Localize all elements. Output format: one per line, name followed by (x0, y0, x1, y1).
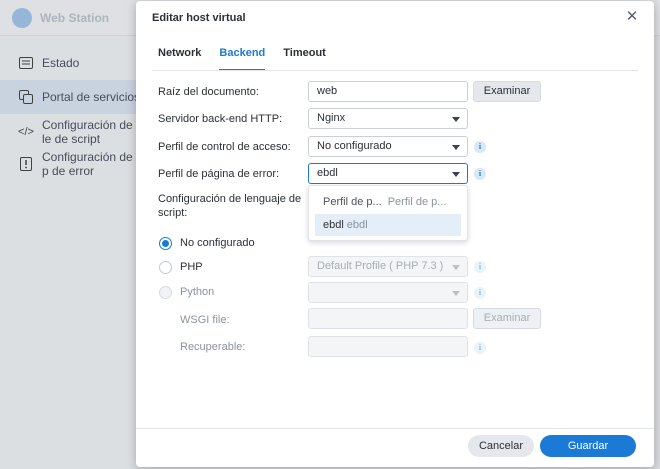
error-profile-label: Perfil de página de error: (158, 168, 280, 180)
backend-server-select[interactable]: Nginx (308, 108, 468, 129)
radio-label-not-configured: No configurado (180, 237, 255, 249)
tab-bar: Network Backend Timeout (158, 47, 344, 71)
dropdown-option[interactable]: Perfil de p... Perfil de p... (315, 191, 461, 213)
chevron-down-icon (452, 145, 460, 150)
access-profile-label: Perfil de control de acceso: (158, 141, 291, 153)
close-icon[interactable]: ✕ (624, 9, 640, 25)
chevron-down-icon (452, 172, 460, 177)
backend-server-value: Nginx (317, 112, 346, 124)
radio-label-python: Python (180, 286, 215, 298)
wsgi-file-input[interactable] (308, 308, 468, 329)
info-icon[interactable]: i (474, 141, 486, 153)
tab-timeout[interactable]: Timeout (283, 47, 326, 71)
access-profile-select[interactable]: No configurado (308, 136, 468, 157)
chevron-down-icon (452, 291, 460, 296)
error-profile-select[interactable]: ebdl (308, 163, 468, 184)
info-icon[interactable]: i (474, 261, 486, 273)
radio-php[interactable] (159, 261, 172, 274)
chevron-down-icon (452, 265, 460, 270)
dropdown-option-selected[interactable]: ebdl ebdl (315, 214, 461, 236)
backend-server-label: Servidor back-end HTTP: (158, 113, 283, 125)
error-profile-dropdown: Perfil de p... Perfil de p... ebdl ebdl (308, 185, 468, 241)
option-sublabel: ebdl (346, 219, 368, 231)
dialog-title: Editar host virtual (152, 12, 246, 24)
save-button[interactable]: Guardar (540, 435, 636, 457)
option-label: Perfil de p... (323, 196, 382, 208)
radio-not-configured[interactable] (159, 237, 172, 250)
info-icon[interactable]: i (474, 168, 486, 180)
error-profile-value: ebdl (317, 167, 338, 179)
option-sublabel: Perfil de p... (387, 196, 447, 208)
php-profile-select[interactable]: Default Profile ( PHP 7.3 ) (308, 256, 468, 277)
document-root-label: Raíz del documento: (158, 86, 259, 98)
recuperable-label: Recuperable: (180, 341, 246, 353)
tab-network[interactable]: Network (158, 47, 201, 71)
document-root-input[interactable]: web (308, 81, 468, 102)
python-profile-select[interactable] (308, 282, 468, 303)
wsgi-file-label: WSGI file: (180, 314, 230, 326)
cancel-button[interactable]: Cancelar (468, 435, 534, 457)
footer-divider (136, 428, 654, 429)
info-icon[interactable]: i (474, 287, 486, 299)
option-label: ebdl (323, 219, 344, 231)
access-profile-value: No configurado (317, 140, 392, 152)
script-language-label: Configuración de lenguaje de script: (158, 193, 302, 219)
browse-document-root-button[interactable]: Examinar (473, 81, 541, 102)
tab-divider (152, 70, 638, 71)
recuperable-input[interactable] (308, 336, 468, 357)
chevron-down-icon (452, 117, 460, 122)
radio-python[interactable] (159, 286, 172, 299)
radio-label-php: PHP (180, 261, 203, 273)
info-icon[interactable]: i (474, 342, 486, 354)
browse-wsgi-button[interactable]: Examinar (473, 308, 541, 329)
tab-backend[interactable]: Backend (219, 47, 266, 71)
php-profile-value: Default Profile ( PHP 7.3 ) (317, 260, 444, 272)
edit-virtual-host-dialog: Editar host virtual ✕ Network Backend Ti… (136, 1, 654, 467)
